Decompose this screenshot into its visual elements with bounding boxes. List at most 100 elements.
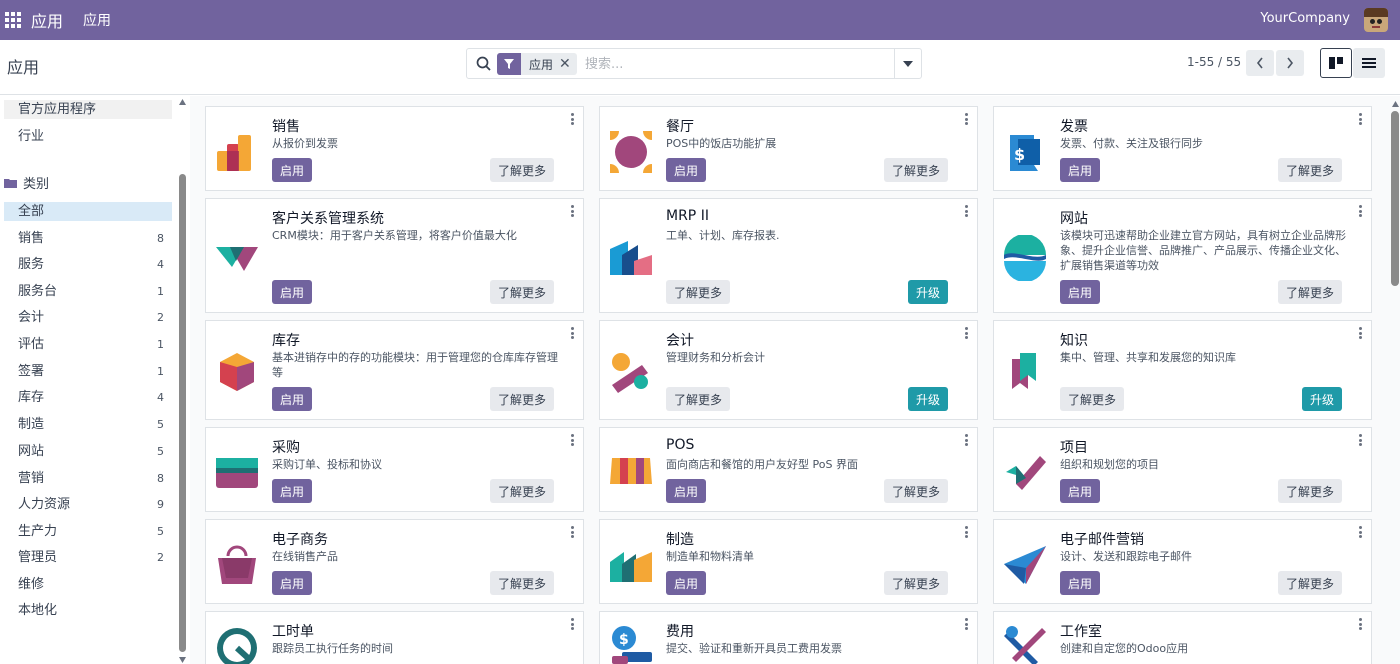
activate-button[interactable]: 启用 <box>1060 158 1100 182</box>
sidebar-scrollbar[interactable] <box>178 96 187 664</box>
learn-more-button[interactable]: 了解更多 <box>490 479 554 503</box>
more-options-icon[interactable] <box>571 113 574 125</box>
learn-more-button[interactable]: 了解更多 <box>1278 571 1342 595</box>
more-options-icon[interactable] <box>571 434 574 446</box>
activate-button[interactable]: 启用 <box>272 158 312 182</box>
learn-more-button[interactable]: 了解更多 <box>490 387 554 411</box>
more-options-icon[interactable] <box>965 618 968 630</box>
upgrade-button[interactable]: 升级 <box>908 387 948 411</box>
sidebar-category-item[interactable]: 本地化 <box>4 601 172 620</box>
more-options-icon[interactable] <box>1359 434 1362 446</box>
app-grid-icon[interactable] <box>5 12 21 28</box>
app-card[interactable]: 工时单 跟踪员工执行任务的时间 <box>205 611 584 664</box>
list-view-button[interactable] <box>1353 48 1385 78</box>
learn-more-button[interactable]: 了解更多 <box>666 280 730 304</box>
more-options-icon[interactable] <box>571 526 574 538</box>
app-card[interactable]: $ 费用 提交、验证和重新开具员工费用发票 <box>599 611 978 664</box>
sidebar-item-official-apps[interactable]: 官方应用程序 <box>4 100 172 119</box>
activate-button[interactable]: 启用 <box>666 479 706 503</box>
sidebar-category-item[interactable]: 生产力 5 <box>4 522 172 541</box>
sidebar-category-item[interactable]: 维修 <box>4 575 172 594</box>
activate-button[interactable]: 启用 <box>272 387 312 411</box>
navbar-brand[interactable]: 应用 <box>31 8 63 32</box>
pager-previous-button[interactable] <box>1246 50 1274 76</box>
sidebar-category-item[interactable]: 人力资源 9 <box>4 495 172 514</box>
app-card[interactable]: 销售 从报价到发票 启用 了解更多 <box>205 106 584 191</box>
more-options-icon[interactable] <box>965 113 968 125</box>
app-card[interactable]: 采购 采购订单、投标和协议 启用 了解更多 <box>205 427 584 512</box>
app-card[interactable]: 知识 集中、管理、共享和发展您的知识库 了解更多 升级 <box>993 320 1372 420</box>
app-card[interactable]: 制造 制造单和物料清单 启用 了解更多 <box>599 519 978 604</box>
app-card[interactable]: 项目 组织和规划您的项目 启用 了解更多 <box>993 427 1372 512</box>
activate-button[interactable]: 启用 <box>1060 479 1100 503</box>
activate-button[interactable]: 启用 <box>272 479 312 503</box>
pager-next-button[interactable] <box>1276 50 1304 76</box>
sidebar-category-item[interactable]: 评估 1 <box>4 335 172 354</box>
more-options-icon[interactable] <box>571 205 574 217</box>
app-card[interactable]: 工作室 创建和自定您的Odoo应用 <box>993 611 1372 664</box>
facet-remove-icon[interactable]: ✕ <box>559 56 577 72</box>
more-options-icon[interactable] <box>571 618 574 630</box>
more-options-icon[interactable] <box>1359 113 1362 125</box>
app-card[interactable]: 库存 基本进销存中的存的功能模块：用于管理您的仓库库存管理等 启用 了解更多 <box>205 320 584 420</box>
sidebar-category-item[interactable]: 制造 5 <box>4 415 172 434</box>
user-avatar[interactable] <box>1364 8 1388 32</box>
app-card[interactable]: 网站 该模块可迅速帮助企业建立官方网站，具有树立企业品牌形象、提升企业信誉、品牌推… <box>993 198 1372 313</box>
sidebar-category-item[interactable]: 会计 2 <box>4 308 172 327</box>
activate-button[interactable]: 启用 <box>272 280 312 304</box>
more-options-icon[interactable] <box>1359 205 1362 217</box>
more-options-icon[interactable] <box>965 327 968 339</box>
sidebar-category-item[interactable]: 服务 4 <box>4 255 172 274</box>
more-options-icon[interactable] <box>965 434 968 446</box>
learn-more-button[interactable]: 了解更多 <box>1278 280 1342 304</box>
main-scrollbar[interactable] <box>1390 96 1400 664</box>
activate-button[interactable]: 启用 <box>1060 280 1100 304</box>
pager-value[interactable]: 1-55 / 55 <box>1187 55 1241 69</box>
upgrade-button[interactable]: 升级 <box>908 280 948 304</box>
sidebar-category-item[interactable]: 签署 1 <box>4 362 172 381</box>
activate-button[interactable]: 启用 <box>666 571 706 595</box>
learn-more-button[interactable]: 了解更多 <box>1278 479 1342 503</box>
more-options-icon[interactable] <box>965 526 968 538</box>
learn-more-button[interactable]: 了解更多 <box>666 387 730 411</box>
more-options-icon[interactable] <box>1359 526 1362 538</box>
navbar-menu-apps[interactable]: 应用 <box>83 10 111 30</box>
app-card[interactable]: POS 面向商店和餐馆的用户友好型 PoS 界面 启用 了解更多 <box>599 427 978 512</box>
app-card[interactable]: 客户关系管理系统 CRM模块：用于客户关系管理，将客户价值最大化 启用 了解更多 <box>205 198 584 313</box>
app-card[interactable]: MRP II 工单、计划、库存报表. 了解更多 升级 <box>599 198 978 313</box>
learn-more-button[interactable]: 了解更多 <box>884 158 948 182</box>
company-switcher[interactable]: YourCompany <box>1260 11 1350 26</box>
learn-more-button[interactable]: 了解更多 <box>490 571 554 595</box>
app-card[interactable]: 电子邮件营销 设计、发送和跟踪电子邮件 启用 了解更多 <box>993 519 1372 604</box>
learn-more-button[interactable]: 了解更多 <box>490 280 554 304</box>
sidebar-category-item[interactable]: 网站 5 <box>4 442 172 461</box>
search-bar[interactable]: 应用 ✕ <box>466 48 922 79</box>
activate-button[interactable]: 启用 <box>666 158 706 182</box>
sidebar-category-item[interactable]: 管理员 2 <box>4 548 172 567</box>
learn-more-button[interactable]: 了解更多 <box>884 571 948 595</box>
app-card[interactable]: $ 发票 发票、付款、关注及银行同步 启用 了解更多 <box>993 106 1372 191</box>
more-options-icon[interactable] <box>1359 327 1362 339</box>
sidebar-category-item[interactable]: 全部 <box>4 202 172 221</box>
learn-more-button[interactable]: 了解更多 <box>490 158 554 182</box>
activate-button[interactable]: 启用 <box>272 571 312 595</box>
search-input[interactable] <box>585 54 885 74</box>
sidebar-item-industries[interactable]: 行业 <box>4 127 172 146</box>
upgrade-button[interactable]: 升级 <box>1302 387 1342 411</box>
more-options-icon[interactable] <box>1359 618 1362 630</box>
sidebar-category-item[interactable]: 服务台 1 <box>4 282 172 301</box>
learn-more-button[interactable]: 了解更多 <box>1060 387 1124 411</box>
app-card[interactable]: 餐厅 POS中的饭店功能扩展 启用 了解更多 <box>599 106 978 191</box>
sidebar-category-item[interactable]: 库存 4 <box>4 388 172 407</box>
sidebar-category-item[interactable]: 销售 8 <box>4 229 172 248</box>
app-card[interactable]: 会计 管理财务和分析会计 了解更多 升级 <box>599 320 978 420</box>
app-card[interactable]: 电子商务 在线销售产品 启用 了解更多 <box>205 519 584 604</box>
activate-button[interactable]: 启用 <box>1060 571 1100 595</box>
more-options-icon[interactable] <box>571 327 574 339</box>
learn-more-button[interactable]: 了解更多 <box>1278 158 1342 182</box>
search-options-toggle[interactable] <box>894 49 921 78</box>
sidebar-category-item[interactable]: 营销 8 <box>4 469 172 488</box>
more-options-icon[interactable] <box>965 205 968 217</box>
kanban-view-button[interactable] <box>1320 48 1352 78</box>
learn-more-button[interactable]: 了解更多 <box>884 479 948 503</box>
